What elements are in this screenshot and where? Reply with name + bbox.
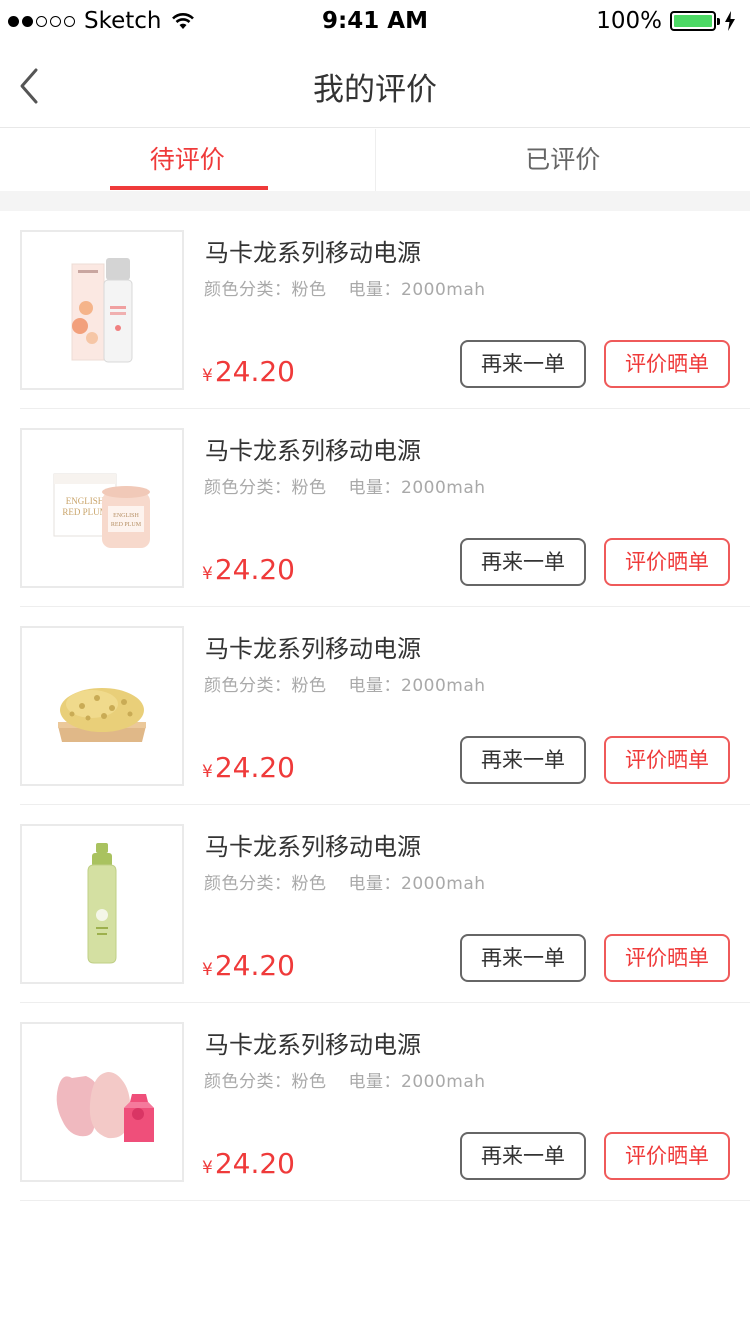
- tab-bar: 待评价 已评价: [0, 129, 750, 191]
- product-name[interactable]: 马卡龙系列移动电源: [205, 233, 421, 268]
- product-name[interactable]: 马卡龙系列移动电源: [205, 827, 421, 862]
- tab-pending-review[interactable]: 待评价: [0, 129, 375, 191]
- color-spec: 颜色分类：粉色: [204, 676, 327, 696]
- capacity-spec: 电量：2000mah: [348, 280, 486, 300]
- price-value: 24.20: [214, 553, 295, 586]
- list-item: 马卡龙系列移动电源 颜色分类：粉色 电量：2000mah ¥24.20 再来一单 …: [20, 805, 750, 1003]
- product-price: ¥24.20: [202, 751, 295, 784]
- product-specs: 颜色分类：粉色 电量：2000mah: [204, 473, 486, 498]
- order-list: 马卡龙系列移动电源 颜色分类：粉色 电量：2000mah ¥24.20 再来一单 …: [0, 211, 750, 1201]
- capacity-spec: 电量：2000mah: [348, 478, 486, 498]
- serum-bottle-image: [71, 258, 133, 363]
- product-specs: 颜色分类：粉色 电量：2000mah: [204, 275, 486, 300]
- product-price: ¥24.20: [202, 949, 295, 982]
- product-name[interactable]: 马卡龙系列移动电源: [205, 629, 421, 664]
- sponge-image: [58, 688, 146, 742]
- currency-symbol: ¥: [202, 366, 213, 386]
- makeup-sponge-image: [56, 1072, 154, 1142]
- list-item: ENGLISH RED PLUM ENGLISH RED PLUM 马卡龙系列移…: [20, 409, 750, 607]
- list-item: 马卡龙系列移动电源 颜色分类：粉色 电量：2000mah ¥24.20 再来一单 …: [20, 1003, 750, 1201]
- charging-bolt-icon: [725, 11, 735, 31]
- price-value: 24.20: [214, 751, 295, 784]
- price-value: 24.20: [214, 949, 295, 982]
- product-price: ¥24.20: [202, 355, 295, 388]
- tab-reviewed[interactable]: 已评价: [374, 129, 750, 191]
- currency-symbol: ¥: [202, 564, 213, 584]
- product-image[interactable]: [20, 626, 184, 786]
- product-specs: 颜色分类：粉色 电量：2000mah: [204, 1067, 486, 1092]
- navigation-bar: 我的评价: [0, 40, 750, 128]
- reorder-button[interactable]: 再来一单: [460, 736, 586, 784]
- currency-symbol: ¥: [202, 762, 213, 782]
- tab-label: 待评价: [149, 145, 225, 174]
- product-image[interactable]: [20, 230, 184, 390]
- price-value: 24.20: [214, 355, 295, 388]
- reorder-button[interactable]: 再来一单: [460, 538, 586, 586]
- write-review-button[interactable]: 评价晒单: [604, 1132, 730, 1180]
- candle-brand-text: ENGLISH: [66, 496, 105, 506]
- write-review-button[interactable]: 评价晒单: [604, 340, 730, 388]
- battery-area: 100%: [596, 8, 736, 34]
- color-spec: 颜色分类：粉色: [204, 1072, 327, 1092]
- capacity-spec: 电量：2000mah: [348, 676, 486, 696]
- currency-symbol: ¥: [202, 1158, 213, 1178]
- currency-symbol: ¥: [202, 960, 213, 980]
- toner-bottle-image: [87, 843, 117, 964]
- candle-label-text: RED PLUM: [111, 522, 142, 528]
- product-price: ¥24.20: [202, 1147, 295, 1180]
- capacity-spec: 电量：2000mah: [348, 1072, 486, 1092]
- color-spec: 颜色分类：粉色: [204, 874, 327, 894]
- price-value: 24.20: [214, 1147, 295, 1180]
- battery-icon: [670, 11, 720, 31]
- tab-label: 已评价: [525, 145, 601, 174]
- product-specs: 颜色分类：粉色 电量：2000mah: [204, 671, 486, 696]
- product-name[interactable]: 马卡龙系列移动电源: [205, 1025, 421, 1060]
- reorder-button[interactable]: 再来一单: [460, 934, 586, 982]
- write-review-button[interactable]: 评价晒单: [604, 736, 730, 784]
- product-image[interactable]: [20, 824, 184, 984]
- product-image[interactable]: [20, 1022, 184, 1182]
- product-image[interactable]: ENGLISH RED PLUM ENGLISH RED PLUM: [20, 428, 184, 588]
- capacity-spec: 电量：2000mah: [348, 874, 486, 894]
- color-spec: 颜色分类：粉色: [204, 280, 327, 300]
- list-item: 马卡龙系列移动电源 颜色分类：粉色 电量：2000mah ¥24.20 再来一单 …: [20, 607, 750, 805]
- write-review-button[interactable]: 评价晒单: [604, 934, 730, 982]
- write-review-button[interactable]: 评价晒单: [604, 538, 730, 586]
- battery-percent: 100%: [596, 8, 662, 34]
- product-name[interactable]: 马卡龙系列移动电源: [205, 431, 421, 466]
- candle-label-text: ENGLISH: [113, 513, 139, 519]
- status-bar: Sketch 9:41 AM 100%: [0, 0, 750, 40]
- active-tab-indicator: [110, 186, 268, 190]
- product-specs: 颜色分类：粉色 电量：2000mah: [204, 869, 486, 894]
- color-spec: 颜色分类：粉色: [204, 478, 327, 498]
- page-title: 我的评价: [313, 72, 437, 108]
- list-item: 马卡龙系列移动电源 颜色分类：粉色 电量：2000mah ¥24.20 再来一单 …: [20, 211, 750, 409]
- section-divider: [0, 191, 750, 211]
- reorder-button[interactable]: 再来一单: [460, 1132, 586, 1180]
- product-price: ¥24.20: [202, 553, 295, 586]
- reorder-button[interactable]: 再来一单: [460, 340, 586, 388]
- candle-brand-text: RED PLUM: [62, 507, 107, 517]
- candle-image: ENGLISH RED PLUM ENGLISH RED PLUM: [53, 473, 150, 548]
